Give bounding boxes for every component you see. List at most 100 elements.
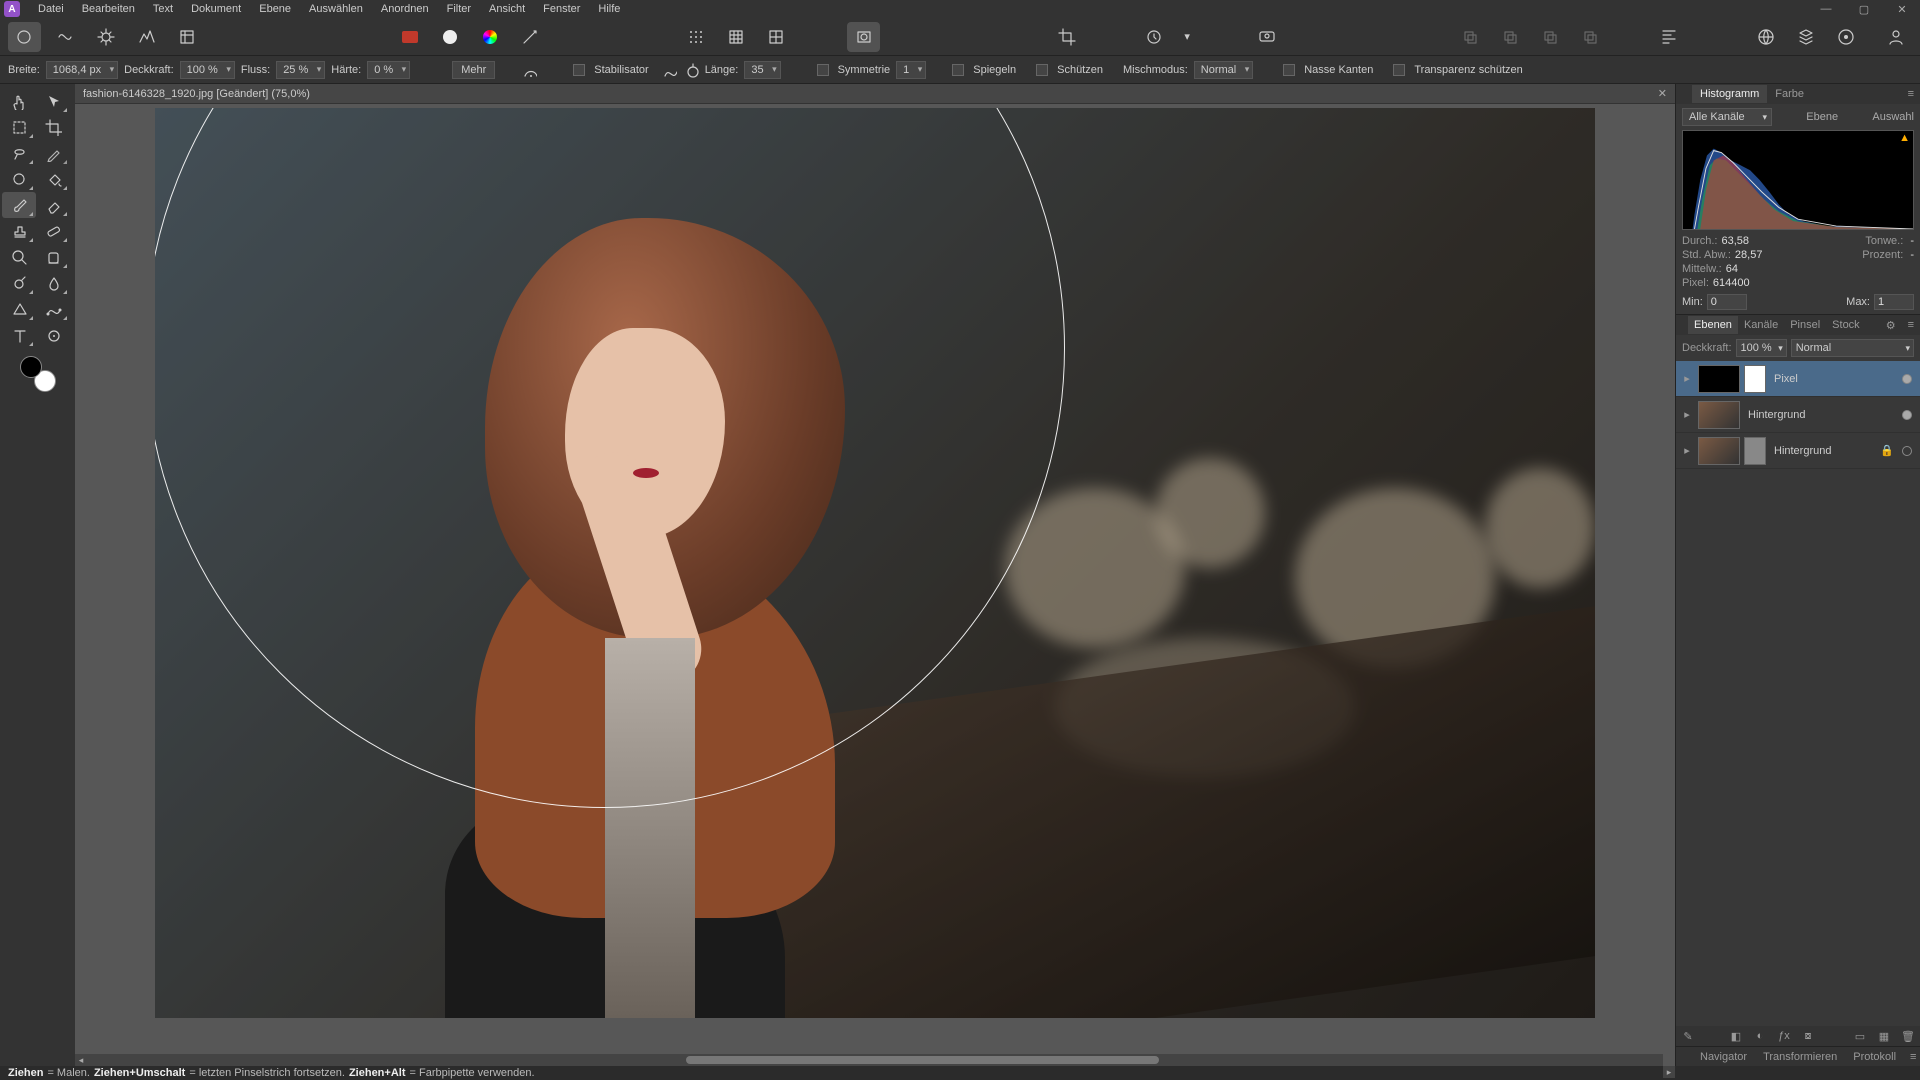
symmetry-checkbox[interactable] <box>817 64 829 76</box>
layer-thumbnail[interactable] <box>1698 365 1740 393</box>
arrange-backward-button[interactable] <box>1493 22 1527 52</box>
menu-filter[interactable]: Filter <box>447 3 471 15</box>
minimize-button[interactable]: — <box>1812 3 1840 16</box>
assistant-dropdown[interactable]: ▾ <box>1179 22 1196 52</box>
tab-color[interactable]: Farbe <box>1767 85 1812 103</box>
addon-button-3[interactable] <box>1829 22 1863 52</box>
stabilizer-checkbox[interactable] <box>573 64 585 76</box>
addon-button-1[interactable] <box>1749 22 1783 52</box>
menu-view[interactable]: Ansicht <box>489 3 525 15</box>
layer-expand-icon[interactable]: ▸ <box>1680 444 1694 457</box>
symmetry-field[interactable]: 1 <box>896 61 926 79</box>
length-field[interactable]: 35 <box>744 61 780 79</box>
mask-layer-button[interactable]: ◧ <box>1728 1030 1744 1043</box>
panel-menu-button[interactable]: ≡ <box>1902 88 1920 100</box>
layer-visibility-toggle[interactable] <box>1902 410 1912 420</box>
delete-layer-button[interactable]: 🗑 <box>1900 1030 1916 1043</box>
mirror-checkbox[interactable] <box>952 64 964 76</box>
paint-brush-tool[interactable] <box>2 192 36 218</box>
more-button[interactable]: Mehr <box>452 61 495 79</box>
menu-edit[interactable]: Bearbeiten <box>82 3 135 15</box>
add-layer-button[interactable]: ▦ <box>1876 1030 1892 1043</box>
document-tab-close[interactable]: ✕ <box>1658 87 1667 100</box>
menu-arrange[interactable]: Anordnen <box>381 3 429 15</box>
close-window-button[interactable]: ✕ <box>1888 3 1916 16</box>
transparency-checkbox[interactable] <box>1393 64 1405 76</box>
layer-name[interactable]: Hintergrund <box>1770 445 1876 457</box>
tab-layers[interactable]: Ebenen <box>1688 316 1738 334</box>
menu-layer[interactable]: Ebene <box>259 3 291 15</box>
layer-visibility-toggle[interactable] <box>1902 446 1912 456</box>
fx-layer-button[interactable]: ƒx <box>1776 1030 1792 1042</box>
menu-help[interactable]: Hilfe <box>598 3 620 15</box>
tab-channels[interactable]: Kanäle <box>1738 316 1784 334</box>
node-tool[interactable] <box>36 296 70 322</box>
dodge-tool[interactable] <box>2 270 36 296</box>
export-persona-button[interactable] <box>171 22 204 52</box>
layer-thumbnail[interactable] <box>1698 401 1740 429</box>
channel-dropdown[interactable]: Alle Kanäle <box>1682 108 1772 126</box>
tab-transform[interactable]: Transformieren <box>1755 1048 1845 1066</box>
force-pressure-button[interactable] <box>521 62 537 78</box>
color-swatch-white[interactable] <box>433 22 467 52</box>
grid-small-button[interactable] <box>719 22 753 52</box>
stabilizer-mode-2[interactable] <box>683 62 699 78</box>
arrange-forward-button[interactable] <box>1533 22 1567 52</box>
group-button[interactable]: ▭ <box>1852 1030 1868 1043</box>
histogram-selection-link[interactable]: Auswahl <box>1872 111 1914 123</box>
color-picker-tool[interactable] <box>36 322 70 348</box>
selection-brush-tool[interactable] <box>2 166 36 192</box>
menu-window[interactable]: Fenster <box>543 3 580 15</box>
canvas-viewport[interactable] <box>75 104 1675 1054</box>
min-field[interactable] <box>1707 294 1747 310</box>
sponge-tool[interactable] <box>36 244 70 270</box>
layer-row[interactable]: ▸ Hintergrund 🔒 <box>1676 433 1920 469</box>
grid-large-button[interactable] <box>759 22 793 52</box>
adjustment-layer-button[interactable]: ◐ <box>1752 1030 1768 1042</box>
layer-mask-thumbnail[interactable] <box>1744 437 1766 465</box>
horizontal-scrollbar[interactable] <box>87 1054 1663 1066</box>
layers-menu-button[interactable]: ≡ <box>1902 319 1920 331</box>
tab-histogram[interactable]: Histogramm <box>1692 85 1767 103</box>
crop-tool[interactable] <box>36 114 70 140</box>
align-button[interactable] <box>1652 22 1685 52</box>
layer-blend-field[interactable]: Normal <box>1791 339 1914 357</box>
view-tool[interactable] <box>2 88 36 114</box>
image-canvas[interactable] <box>155 108 1595 1018</box>
toggle-ui-button[interactable] <box>1250 22 1283 52</box>
menu-file[interactable]: Datei <box>38 3 64 15</box>
layer-expand-icon[interactable]: ▸ <box>1680 408 1694 421</box>
color-swatch-red[interactable] <box>393 22 427 52</box>
photo-persona-button[interactable] <box>8 22 41 52</box>
layer-mask-thumbnail[interactable] <box>1744 365 1766 393</box>
layer-visibility-toggle[interactable] <box>1902 374 1912 384</box>
erase-tool[interactable] <box>36 192 70 218</box>
layer-edit-button[interactable]: ✎ <box>1680 1030 1696 1043</box>
tab-history[interactable]: Protokoll <box>1845 1048 1904 1066</box>
menu-document[interactable]: Dokument <box>191 3 241 15</box>
move-tool[interactable] <box>36 88 70 114</box>
layer-row[interactable]: ▸ Pixel <box>1676 361 1920 397</box>
crop-button[interactable] <box>1050 22 1083 52</box>
addon-button-2[interactable] <box>1789 22 1823 52</box>
autocolor-button[interactable] <box>513 22 547 52</box>
layer-row[interactable]: ▸ Hintergrund <box>1676 397 1920 433</box>
lasso-tool[interactable] <box>2 140 36 166</box>
text-tool[interactable] <box>2 322 36 348</box>
grid-dotted-button[interactable] <box>679 22 713 52</box>
max-field[interactable] <box>1874 294 1914 310</box>
scrollbar-thumb[interactable] <box>686 1056 1159 1064</box>
protect-checkbox[interactable] <box>1036 64 1048 76</box>
stabilizer-mode-1[interactable] <box>661 62 677 78</box>
quick-mask-button[interactable] <box>847 22 880 52</box>
tab-stock[interactable]: Stock <box>1826 316 1866 334</box>
flood-tool[interactable] <box>36 166 70 192</box>
arrange-back-button[interactable] <box>1453 22 1487 52</box>
assistant-button[interactable] <box>1138 22 1171 52</box>
liquify-persona-button[interactable] <box>49 22 82 52</box>
tab-brushes[interactable]: Pinsel <box>1784 316 1826 334</box>
selection-tool[interactable] <box>2 114 36 140</box>
tonemap-persona-button[interactable] <box>130 22 163 52</box>
scroll-left-button[interactable]: ◂ <box>75 1054 87 1066</box>
hardness-field[interactable]: 0 % <box>367 61 410 79</box>
